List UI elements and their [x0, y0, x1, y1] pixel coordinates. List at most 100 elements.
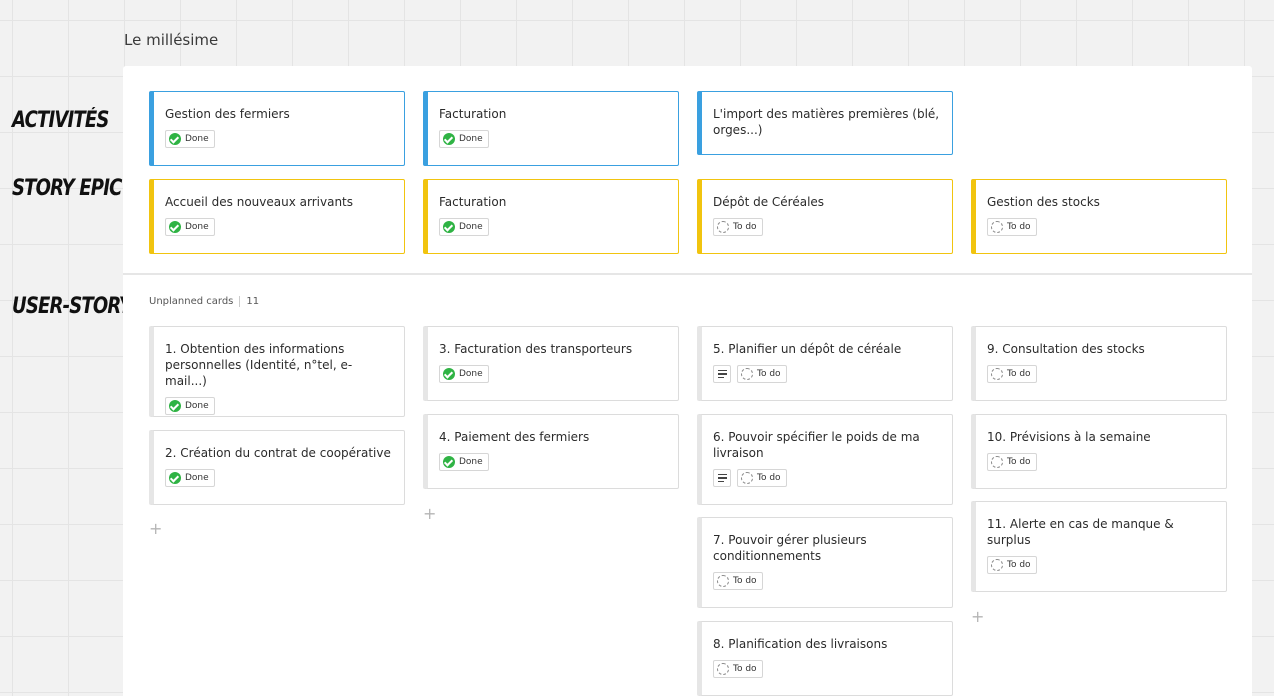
unplanned-cards-header: Unplanned cards 11 [149, 296, 259, 307]
status-label: To do [733, 222, 757, 232]
status-label: Done [459, 222, 483, 232]
status-label: To do [733, 664, 757, 674]
check-circle-icon [169, 400, 181, 412]
status-label: Done [185, 134, 209, 144]
status-badge[interactable]: Done [439, 130, 489, 148]
status-badge[interactable]: To do [713, 572, 763, 590]
activity-card[interactable]: Facturation Done [423, 91, 679, 166]
story-card[interactable]: 5. Planifier un dépôt de céréale To do [697, 326, 953, 401]
check-circle-icon [443, 456, 455, 468]
dashed-circle-icon [741, 368, 753, 380]
card-title: 11. Alerte en cas de manque & surplus [987, 517, 1174, 547]
board-title: Le millésime [124, 31, 219, 49]
card-title: Facturation [439, 195, 507, 209]
check-circle-icon [443, 133, 455, 145]
card-title: 7. Pouvoir gérer plusieurs conditionneme… [713, 533, 867, 563]
status-badge[interactable]: To do [713, 660, 763, 678]
story-card[interactable]: 4. Paiement des fermiers Done [423, 414, 679, 489]
story-card[interactable]: 6. Pouvoir spécifier le poids de ma livr… [697, 414, 953, 505]
story-map-board: Gestion des fermiers Done Facturation Do… [123, 66, 1252, 696]
row-label-user-story: USER-STORY [12, 294, 132, 319]
card-title: 6. Pouvoir spécifier le poids de ma livr… [713, 430, 920, 460]
dashed-circle-icon [991, 456, 1003, 468]
dashed-circle-icon [741, 472, 753, 484]
story-card[interactable]: 3. Facturation des transporteurs Done [423, 326, 679, 401]
status-label: To do [733, 576, 757, 586]
status-label: Done [459, 134, 483, 144]
card-title: Dépôt de Céréales [713, 195, 825, 209]
story-card[interactable]: 2. Création du contrat de coopérative Do… [149, 430, 405, 505]
dashed-circle-icon [717, 663, 729, 675]
status-label: Done [185, 222, 209, 232]
dashed-circle-icon [991, 559, 1003, 571]
unplanned-label: Unplanned cards [149, 296, 234, 307]
card-title: Gestion des fermiers [165, 107, 290, 121]
card-title: 9. Consultation des stocks [987, 342, 1145, 356]
card-title: 8. Planification des livraisons [713, 637, 888, 651]
epic-card[interactable]: Accueil des nouveaux arrivants Done [149, 179, 405, 254]
card-title: Accueil des nouveaux arrivants [165, 195, 354, 209]
check-circle-icon [169, 472, 181, 484]
description-lines-icon[interactable] [713, 469, 731, 487]
status-badge[interactable]: To do [713, 218, 763, 236]
status-badge[interactable]: To do [737, 365, 787, 383]
story-card[interactable]: 1. Obtention des informations personnell… [149, 326, 405, 417]
card-title: 5. Planifier un dépôt de céréale [713, 342, 902, 356]
plus-icon[interactable]: + [971, 609, 984, 625]
status-badge[interactable]: Done [439, 453, 489, 471]
status-label: To do [1007, 222, 1031, 232]
status-label: To do [1007, 560, 1031, 570]
status-label: Done [185, 473, 209, 483]
status-badge[interactable]: To do [737, 469, 787, 487]
plus-icon[interactable]: + [149, 521, 162, 537]
epic-card[interactable]: Dépôt de Céréales To do [697, 179, 953, 254]
status-badge[interactable]: Done [165, 130, 215, 148]
card-title: 1. Obtention des informations personnell… [165, 342, 353, 388]
check-circle-icon [443, 368, 455, 380]
status-badge[interactable]: Done [439, 365, 489, 383]
story-card[interactable]: 8. Planification des livraisons To do [697, 621, 953, 696]
status-badge[interactable]: Done [439, 218, 489, 236]
status-label: Done [459, 369, 483, 379]
status-badge[interactable]: To do [987, 453, 1037, 471]
activity-card[interactable]: Gestion des fermiers Done [149, 91, 405, 166]
status-label: To do [1007, 457, 1031, 467]
status-label: To do [757, 369, 781, 379]
activity-card[interactable]: L'import des matières premières (blé, or… [697, 91, 953, 155]
epic-card[interactable]: Facturation Done [423, 179, 679, 254]
card-title: 3. Facturation des transporteurs [439, 342, 633, 356]
story-card[interactable]: 10. Prévisions à la semaine To do [971, 414, 1227, 489]
status-badge[interactable]: To do [987, 218, 1037, 236]
card-title: Facturation [439, 107, 507, 121]
status-badge[interactable]: To do [987, 365, 1037, 383]
description-lines-icon[interactable] [713, 365, 731, 383]
story-card[interactable]: 9. Consultation des stocks To do [971, 326, 1227, 401]
card-title: Gestion des stocks [987, 195, 1100, 209]
status-label: Done [185, 401, 209, 411]
dashed-circle-icon [991, 221, 1003, 233]
status-badge[interactable]: Done [165, 469, 215, 487]
row-label-activities: ACTIVITÉS [12, 108, 109, 133]
status-badge[interactable]: Done [165, 397, 215, 415]
card-title: L'import des matières premières (blé, or… [713, 107, 940, 137]
card-title: 4. Paiement des fermiers [439, 430, 590, 444]
status-badge[interactable]: To do [987, 556, 1037, 574]
unplanned-count: 11 [246, 296, 260, 307]
story-card[interactable]: 11. Alerte en cas de manque & surplus To… [971, 501, 1227, 592]
check-circle-icon [443, 221, 455, 233]
card-title: 2. Création du contrat de coopérative [165, 446, 391, 460]
epic-card[interactable]: Gestion des stocks To do [971, 179, 1227, 254]
separator [239, 296, 241, 307]
card-title: 10. Prévisions à la semaine [987, 430, 1151, 444]
dashed-circle-icon [991, 368, 1003, 380]
status-label: To do [757, 473, 781, 483]
plus-icon[interactable]: + [423, 506, 436, 522]
status-label: Done [459, 457, 483, 467]
dashed-circle-icon [717, 575, 729, 587]
status-badge[interactable]: Done [165, 218, 215, 236]
row-label-story-epic: STORY EPIC [12, 176, 122, 201]
check-circle-icon [169, 221, 181, 233]
story-card[interactable]: 7. Pouvoir gérer plusieurs conditionneme… [697, 517, 953, 608]
dashed-circle-icon [717, 221, 729, 233]
row-divider [123, 273, 1252, 275]
